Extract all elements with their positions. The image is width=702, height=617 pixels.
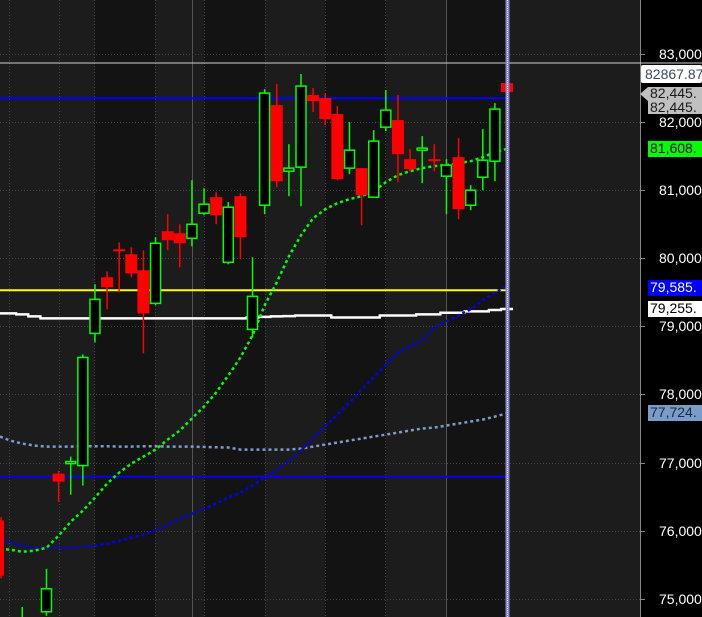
candle-body-up	[343, 149, 356, 169]
price-tick-label: 80,000	[659, 250, 702, 265]
candle-body-down	[0, 520, 4, 576]
candle-body-up	[246, 295, 259, 331]
background-band	[265, 0, 325, 617]
candle-body-down	[234, 196, 247, 238]
candle-body-down	[137, 270, 150, 314]
candle-body-down	[270, 105, 283, 182]
price-tick-label: 79,000	[659, 318, 702, 333]
candle-body-up	[258, 92, 271, 207]
candle-body-up	[416, 147, 428, 151]
candle-body-up	[367, 140, 380, 198]
ma-mid-tag: 79,585.	[648, 280, 702, 296]
price-tick-label: 81,000	[659, 182, 702, 197]
price-tick-label: 75,000	[659, 591, 702, 606]
candle-body-up	[464, 189, 477, 207]
chart-frame: 83,000 82,000 81,000 80,000 79,000 78,000 77,0…	[0, 0, 702, 617]
candle-body-up	[198, 203, 210, 214]
candle-body-down	[428, 159, 441, 162]
candle-body-down	[161, 231, 174, 241]
candle-body-down	[307, 95, 320, 102]
candle-body-up	[295, 85, 307, 168]
candle-body-up	[149, 242, 162, 305]
candle-body-down	[319, 98, 332, 120]
level-tag-1: 82,445.	[648, 87, 702, 100]
candle-body-up	[186, 223, 198, 240]
price-tick-label: 76,000	[659, 523, 702, 538]
candle-body-down	[173, 233, 186, 244]
ma-fast-tag: 81,608.	[648, 141, 702, 157]
background-band	[386, 0, 446, 617]
candle-body-down	[101, 277, 114, 288]
price-tick-label: 82,000	[659, 114, 702, 129]
crosshair-vertical[interactable]	[505, 0, 510, 617]
background-band	[446, 0, 507, 617]
background-band	[155, 0, 204, 617]
candle-body-up	[283, 167, 295, 172]
candle-body-down	[52, 473, 65, 482]
candle-body-down	[391, 120, 404, 155]
candle-body-up	[222, 206, 235, 264]
candle-body-up	[64, 460, 77, 465]
candle-body-up	[89, 298, 101, 335]
price-tick-label: 83,000	[659, 46, 702, 61]
candle-body-up	[40, 588, 53, 613]
candle-body-down	[452, 157, 465, 210]
candle-body-up	[77, 356, 89, 467]
candlestick-chart[interactable]	[0, 0, 702, 617]
ma-slow-tag: 77,724.	[648, 405, 702, 421]
candle-body-up	[489, 108, 501, 162]
candle-body-down	[331, 114, 344, 180]
candle-body-up	[440, 164, 453, 177]
last-price-tag: 82867.87	[641, 65, 702, 83]
candle-body-down	[113, 249, 126, 252]
candle-body-up	[380, 109, 392, 128]
step-line-tag: 79,255.	[648, 301, 702, 317]
candle-body-down	[404, 159, 417, 170]
price-tick-label: 77,000	[659, 455, 702, 470]
candle-body-up	[477, 159, 489, 178]
candle-body-down	[210, 197, 223, 216]
background-band	[325, 0, 386, 617]
candle-body-down	[125, 254, 138, 274]
candle-body-down	[355, 168, 368, 196]
level-tag-2: 82,445.	[648, 100, 702, 114]
background-band	[507, 0, 640, 617]
level-tag-pointer-icon	[640, 87, 648, 101]
price-tick-label: 78,000	[659, 386, 702, 401]
background-band	[0, 0, 95, 617]
